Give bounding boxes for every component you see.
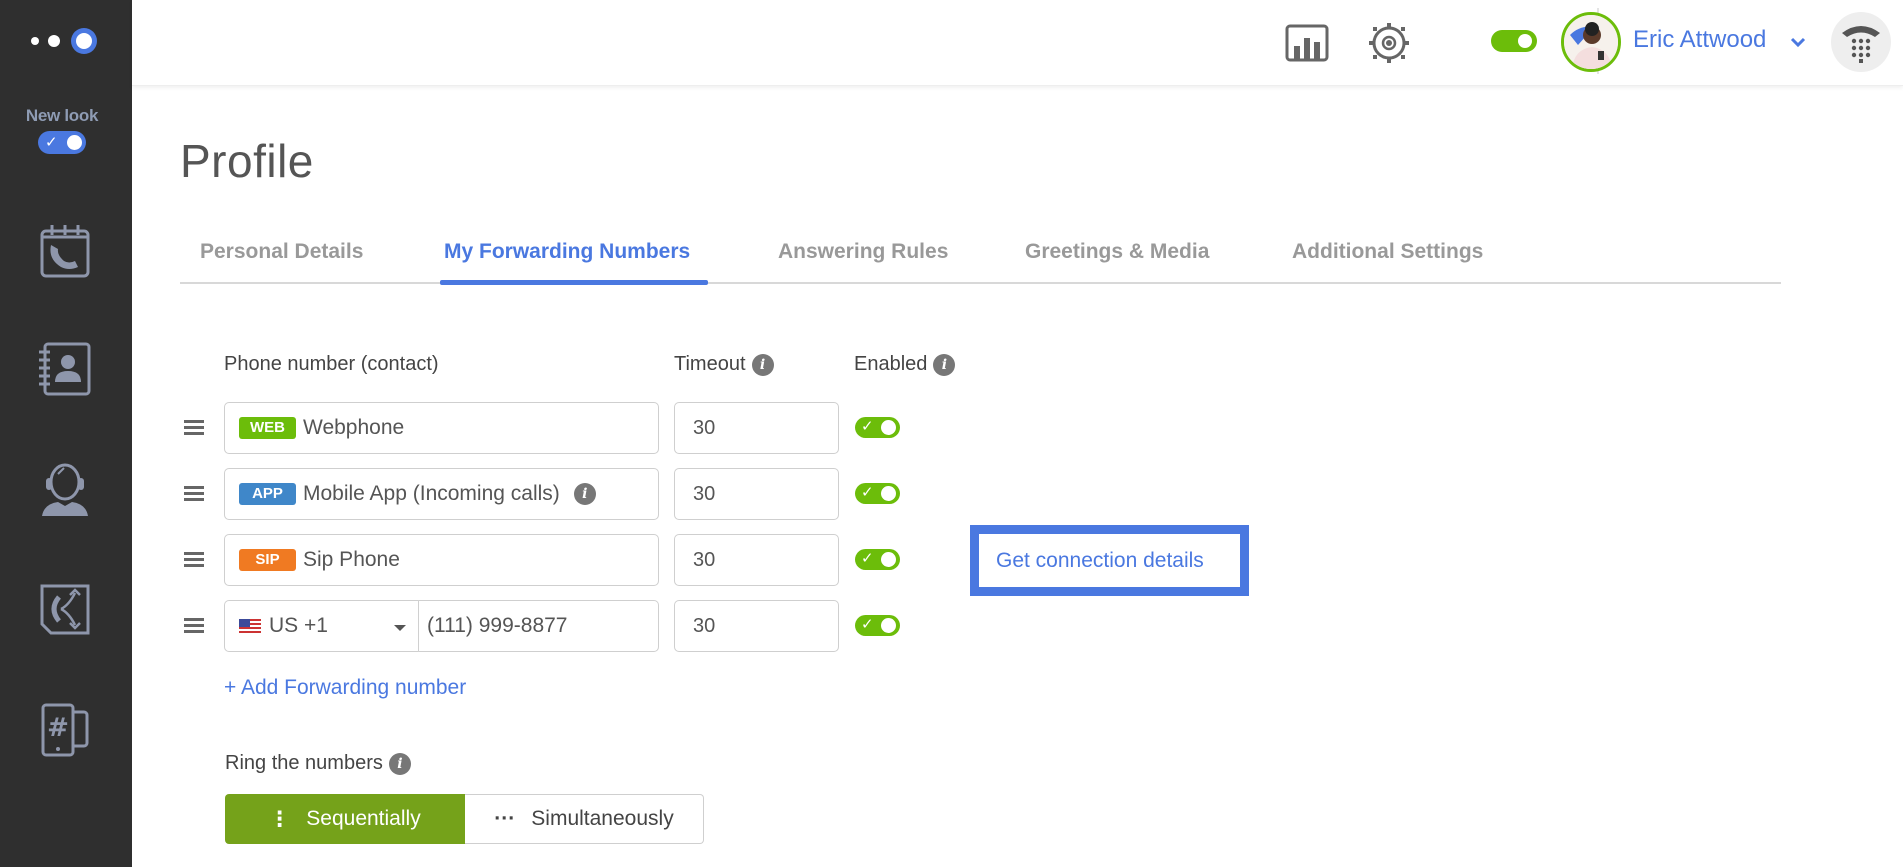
device-type-badge: WEB — [239, 417, 296, 439]
new-look-toggle[interactable]: ✓ — [38, 131, 86, 154]
enabled-toggle[interactable]: ✓ — [855, 417, 900, 438]
ring-sequentially-option[interactable]: ⋮ Sequentially — [225, 794, 465, 844]
column-header-phone: Phone number (contact) — [224, 353, 439, 376]
phone-field[interactable]: WEB Webphone — [224, 402, 659, 454]
ring-numbers-label: Ring the numbers i — [225, 752, 411, 775]
forwarding-row-mobile-app: APP Mobile App (Incoming calls) i ✓ — [180, 468, 1080, 520]
address-book-icon — [39, 342, 91, 396]
timeout-input[interactable] — [674, 402, 839, 454]
drag-handle-icon[interactable] — [184, 486, 204, 502]
sidebar: New look ✓ # — [0, 0, 132, 867]
tab-greetings-media[interactable]: Greetings & Media — [1025, 240, 1209, 264]
sidebar-item-contacts[interactable] — [36, 341, 94, 399]
top-header: Eric Attwood — [132, 0, 1903, 86]
country-code-select[interactable]: US +1 — [224, 600, 420, 652]
svg-text:#: # — [47, 713, 69, 743]
analytics-button[interactable] — [1284, 20, 1330, 66]
country-code-value: US +1 — [269, 614, 328, 637]
sidebar-item-phone-numbers[interactable]: # — [36, 701, 94, 759]
phone-field[interactable]: SIP Sip Phone — [224, 534, 659, 586]
vertical-dots-icon: ⋮ — [269, 807, 291, 831]
user-name[interactable]: Eric Attwood — [1633, 26, 1766, 54]
caret-down-icon — [394, 625, 406, 631]
bar-chart-icon — [1285, 24, 1329, 62]
app-logo[interactable] — [28, 24, 104, 58]
get-connection-details-button[interactable]: Get connection details — [970, 525, 1249, 596]
settings-button[interactable] — [1366, 20, 1412, 66]
sidebar-item-call-center[interactable] — [36, 461, 94, 519]
us-flag-icon — [239, 618, 261, 634]
sidebar-item-call-flow[interactable] — [36, 581, 94, 639]
ring-numbers-text: Ring the numbers — [225, 752, 383, 774]
enabled-toggle[interactable]: ✓ — [855, 615, 900, 636]
active-tab-indicator — [440, 280, 708, 285]
headset-agent-icon — [42, 463, 88, 516]
add-forwarding-number-link[interactable]: + Add Forwarding number — [224, 676, 466, 700]
enabled-toggle[interactable]: ✓ — [855, 483, 900, 504]
info-icon[interactable]: i — [388, 752, 411, 775]
device-type-badge: APP — [239, 483, 296, 505]
column-header-enabled: Enabled i — [854, 353, 956, 376]
drag-handle-icon[interactable] — [184, 552, 204, 568]
calendar-phone-icon — [40, 225, 90, 278]
device-type-badge: SIP — [239, 549, 296, 571]
device-label: Webphone — [303, 416, 405, 439]
tab-my-forwarding-numbers[interactable]: My Forwarding Numbers — [444, 240, 690, 264]
column-header-enabled-label: Enabled — [854, 353, 928, 375]
tab-answering-rules[interactable]: Answering Rules — [778, 240, 948, 264]
phone-number-input[interactable] — [419, 600, 659, 652]
info-icon[interactable]: i — [751, 353, 774, 376]
dialpad-phone-icon — [1842, 26, 1880, 63]
device-label: Mobile App (Incoming calls) — [303, 482, 560, 505]
forwarding-row-external-number: US +1 ✓ — [180, 600, 1080, 652]
profile-tabs: Personal Details My Forwarding Numbers A… — [180, 230, 1781, 285]
forwarding-row-sip-phone: SIP Sip Phone ✓ — [180, 534, 1080, 586]
timeout-input[interactable] — [674, 534, 839, 586]
chevron-down-icon[interactable] — [1788, 32, 1808, 52]
phone-field[interactable]: APP Mobile App (Incoming calls) i — [224, 468, 659, 520]
enabled-toggle[interactable]: ✓ — [855, 549, 900, 570]
page-title: Profile — [180, 135, 314, 187]
availability-toggle[interactable] — [1491, 30, 1537, 52]
avatar[interactable] — [1561, 12, 1621, 72]
drag-handle-icon[interactable] — [184, 420, 204, 436]
check-icon: ✓ — [45, 134, 58, 151]
new-look-label: New look — [25, 106, 99, 125]
ring-simultaneously-option[interactable]: ··· Simultaneously — [465, 794, 704, 844]
dialer-button[interactable] — [1831, 12, 1891, 72]
horizontal-dots-icon: ··· — [494, 807, 516, 830]
info-icon[interactable]: i — [573, 483, 596, 505]
sidebar-item-call-history[interactable] — [36, 222, 94, 280]
call-routing-icon — [40, 584, 90, 635]
column-header-timeout-label: Timeout — [674, 353, 746, 375]
timeout-input[interactable] — [674, 600, 839, 652]
gear-icon — [1369, 23, 1409, 63]
forwarding-row-webphone: WEB Webphone ✓ — [180, 402, 1080, 454]
column-header-phone-label: Phone number (contact) — [224, 353, 439, 375]
info-icon[interactable]: i — [933, 353, 956, 376]
timeout-input[interactable] — [674, 468, 839, 520]
column-header-timeout: Timeout i — [674, 353, 774, 376]
ring-option-label: Simultaneously — [531, 807, 674, 830]
device-label: Sip Phone — [303, 548, 400, 571]
tab-personal-details[interactable]: Personal Details — [200, 240, 363, 264]
tab-additional-settings[interactable]: Additional Settings — [1292, 240, 1483, 264]
ring-option-label: Sequentially — [306, 807, 421, 830]
hash-devices-icon: # — [41, 703, 89, 757]
drag-handle-icon[interactable] — [184, 618, 204, 634]
